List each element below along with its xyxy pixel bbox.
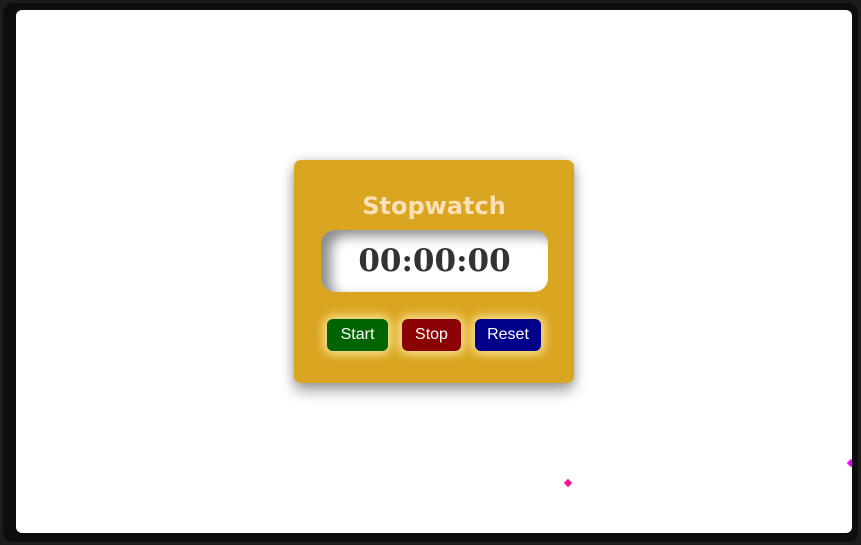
stop-button[interactable]: Stop [402,319,461,351]
reset-button[interactable]: Reset [475,319,541,351]
page-viewport: Stopwatch 00:00:00 Start Stop Reset [16,10,852,533]
sparkle-particle [563,478,573,488]
stopwatch-title: Stopwatch [362,192,506,220]
start-button[interactable]: Start [327,319,388,351]
time-display: 00:00:00 [321,230,548,292]
sparkle-particle [846,458,852,468]
time-readout: 00:00:00 [358,243,511,279]
stopwatch-card: Stopwatch 00:00:00 Start Stop Reset [294,160,574,383]
